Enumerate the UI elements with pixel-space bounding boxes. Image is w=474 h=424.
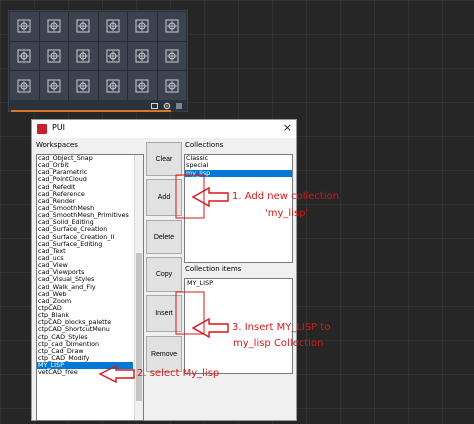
palette-tile[interactable] xyxy=(98,41,127,71)
workspace-item[interactable]: cad_Surface_Creation_II xyxy=(37,234,133,241)
workspace-item[interactable]: cad_Surface_Editing xyxy=(37,241,133,248)
add-button[interactable]: Add xyxy=(146,179,182,216)
workspace-item[interactable]: ctp_CAD_Modify xyxy=(37,355,133,362)
workspaces-scrollbar[interactable] xyxy=(134,155,143,420)
block-insert-icon xyxy=(106,79,120,93)
annotation-step1-line2: 'my_lisp' xyxy=(265,208,309,219)
workspaces-items: cad_Object_Snap cad_Orbit cad_Parametric ca… xyxy=(37,155,133,376)
gear-icon[interactable] xyxy=(163,102,171,110)
palette-tile[interactable] xyxy=(69,71,98,100)
palette-tile[interactable] xyxy=(98,12,127,41)
collections-label: Collections xyxy=(185,141,224,149)
block-insert-icon xyxy=(135,49,149,63)
workspace-item[interactable]: ctp_CAD_Styles xyxy=(37,334,133,341)
workspace-item[interactable]: MY_LISP xyxy=(37,362,133,370)
workspace-item[interactable]: cad_SmoothMesh_Primitives xyxy=(37,212,133,219)
collection-item[interactable]: my_lisp xyxy=(185,169,292,177)
workspace-item[interactable]: cad_Parametric xyxy=(37,169,133,176)
workspace-item[interactable]: ctp_cad_Dimention xyxy=(37,341,133,348)
refresh-icon[interactable] xyxy=(151,102,159,110)
dialog-titlebar: PUI × xyxy=(32,120,296,138)
workspace-item[interactable]: ctp_Cad_Draw xyxy=(37,348,133,355)
workspaces-label: Workspaces xyxy=(36,141,78,149)
annotation-step2: 2. select My_lisp xyxy=(137,368,220,379)
palette-tile[interactable] xyxy=(10,71,39,100)
delete-button[interactable]: Delete xyxy=(146,220,182,254)
workspace-item[interactable]: cad_Visual_Styles xyxy=(37,276,133,283)
block-insert-icon xyxy=(135,19,149,33)
workspace-item[interactable]: cad_Object_Snap xyxy=(37,155,133,162)
workspace-item[interactable]: cad_Render xyxy=(37,198,133,205)
workspace-item[interactable]: cad_Solid_Editing xyxy=(37,219,133,226)
palette-tile[interactable] xyxy=(10,12,39,41)
workspace-item[interactable]: cad_View xyxy=(37,262,133,269)
palette-tile[interactable] xyxy=(39,12,68,41)
dialog-title: PUI xyxy=(52,123,66,132)
annotation-step1-line1: 1. Add new collection xyxy=(232,191,340,202)
workspace-item[interactable]: ctp_Blank xyxy=(37,312,133,319)
workspace-item[interactable]: ctpCAD_blocks_palette xyxy=(37,319,133,326)
tool-palette xyxy=(8,10,188,112)
collection-item-entry[interactable]: MY_LISP xyxy=(185,279,292,287)
palette-tile[interactable] xyxy=(10,41,39,71)
workspace-item[interactable]: cad_Reference xyxy=(37,191,133,198)
block-insert-icon xyxy=(76,49,90,63)
palette-tile[interactable] xyxy=(157,41,186,71)
palette-tile[interactable] xyxy=(98,71,127,100)
block-insert-icon xyxy=(47,49,61,63)
palette-progress-bar xyxy=(11,110,171,112)
palette-tile[interactable] xyxy=(39,41,68,71)
block-insert-icon xyxy=(17,19,31,33)
workspace-item[interactable]: cad_Text xyxy=(37,248,133,255)
workspace-item[interactable]: vetCAD_free xyxy=(37,369,133,376)
close-icon[interactable]: × xyxy=(283,121,292,134)
palette-tile[interactable] xyxy=(39,71,68,100)
block-insert-icon xyxy=(76,19,90,33)
palette-toolbar xyxy=(151,102,183,110)
block-insert-icon xyxy=(165,79,179,93)
workspace-item[interactable]: cad_Viewports xyxy=(37,269,133,276)
insert-button[interactable]: Insert xyxy=(146,295,182,332)
clear-button[interactable]: Clear xyxy=(146,142,182,176)
block-insert-icon xyxy=(17,49,31,63)
block-insert-icon xyxy=(165,49,179,63)
palette-tile[interactable] xyxy=(69,41,98,71)
workspace-item[interactable]: cad_SmoothMesh xyxy=(37,205,133,212)
workspace-item[interactable]: cad_Surface_Creation xyxy=(37,226,133,233)
workspace-item[interactable]: ctpCAD xyxy=(37,305,133,312)
palette-tile[interactable] xyxy=(128,12,157,41)
workspace-item[interactable]: ctpCAD_ShortcutMenu xyxy=(37,326,133,333)
copy-button[interactable]: Copy xyxy=(146,257,182,292)
workspace-item[interactable]: cad_Orbit xyxy=(37,162,133,169)
collection-items-label: Collection items xyxy=(185,265,242,273)
app-icon xyxy=(37,124,47,134)
annotation-step3-line2: my_lisp Collection xyxy=(233,338,324,349)
block-insert-icon xyxy=(76,79,90,93)
remove-button[interactable]: Remove xyxy=(146,336,182,372)
workspaces-list[interactable]: cad_Object_Snap cad_Orbit cad_Parametric ca… xyxy=(36,154,144,421)
menu-icon[interactable] xyxy=(175,102,183,110)
palette-tile[interactable] xyxy=(157,71,186,100)
annotation-step3-line1: 3. Insert MY_LISP to xyxy=(232,322,331,333)
workspace-item[interactable]: cad_Zoom xyxy=(37,298,133,305)
palette-tile[interactable] xyxy=(128,71,157,100)
block-insert-icon xyxy=(165,19,179,33)
workspace-item[interactable]: cad_PointCloud xyxy=(37,176,133,183)
block-insert-icon xyxy=(47,19,61,33)
block-insert-icon xyxy=(17,79,31,93)
workspace-item[interactable]: cad_Refedit xyxy=(37,184,133,191)
workspace-item[interactable]: cad_Walk_and_Fly xyxy=(37,284,133,291)
palette-tile[interactable] xyxy=(157,12,186,41)
workspace-item[interactable]: cad_ucs xyxy=(37,255,133,262)
palette-tile[interactable] xyxy=(128,41,157,71)
block-insert-icon xyxy=(106,19,120,33)
palette-tile-grid xyxy=(10,12,186,100)
palette-tile[interactable] xyxy=(69,12,98,41)
block-insert-icon xyxy=(47,79,61,93)
block-insert-icon xyxy=(135,79,149,93)
block-insert-icon xyxy=(106,49,120,63)
workspace-item[interactable]: cad_Web xyxy=(37,291,133,298)
